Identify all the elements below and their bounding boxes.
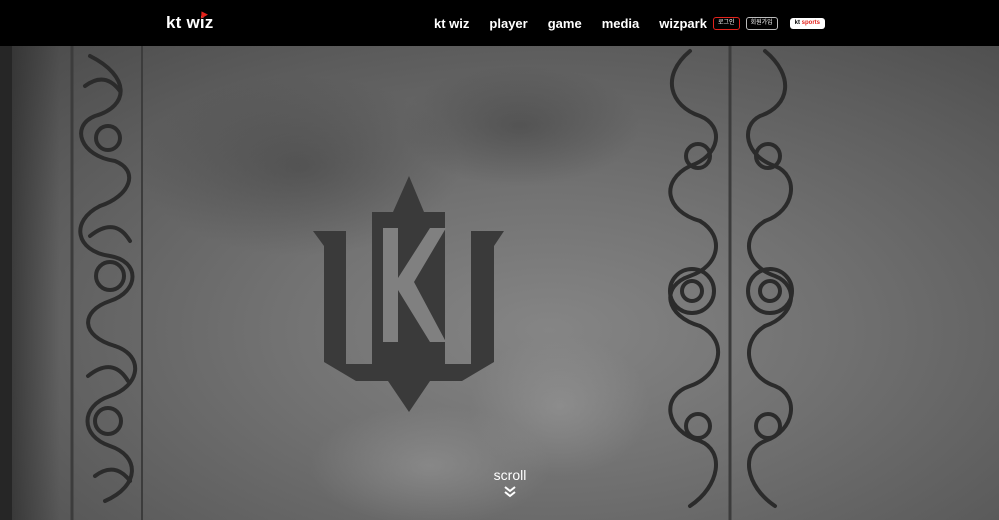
logo-text: kt wiz: [166, 13, 214, 32]
left-ornament-border: [70, 46, 143, 520]
right-ornament-border: [668, 46, 794, 520]
scroll-indicator[interactable]: scroll: [460, 467, 560, 499]
main-nav: kt wiz player game media wizpark: [424, 0, 717, 46]
kt-sports-text: sports: [801, 19, 821, 26]
kt-sports-kt-text: kt: [794, 19, 800, 26]
login-button[interactable]: 로그인: [713, 16, 740, 30]
nav-item-wizpark[interactable]: wizpark: [649, 16, 717, 31]
join-button[interactable]: 회원가입: [745, 16, 778, 30]
top-navigation-bar: kt wiz kt wiz player game media wizpark …: [0, 0, 999, 46]
hero-section: scroll: [0, 46, 999, 520]
nav-item-kt-wiz[interactable]: kt wiz: [424, 16, 479, 31]
page: kt wiz kt wiz player game media wizpark …: [0, 0, 999, 520]
kt-wiz-logo[interactable]: kt wiz: [166, 9, 214, 36]
utility-links: 로그인 회원가입 kt sports: [713, 16, 826, 30]
double-chevron-down-icon: [504, 486, 516, 498]
nav-item-media[interactable]: media: [592, 16, 650, 31]
kt-sports-link[interactable]: kt sports: [789, 17, 826, 29]
scroll-label: scroll: [493, 467, 527, 483]
nav-item-player[interactable]: player: [479, 16, 537, 31]
hero-background-image: [0, 46, 794, 520]
nav-item-game[interactable]: game: [538, 16, 592, 31]
